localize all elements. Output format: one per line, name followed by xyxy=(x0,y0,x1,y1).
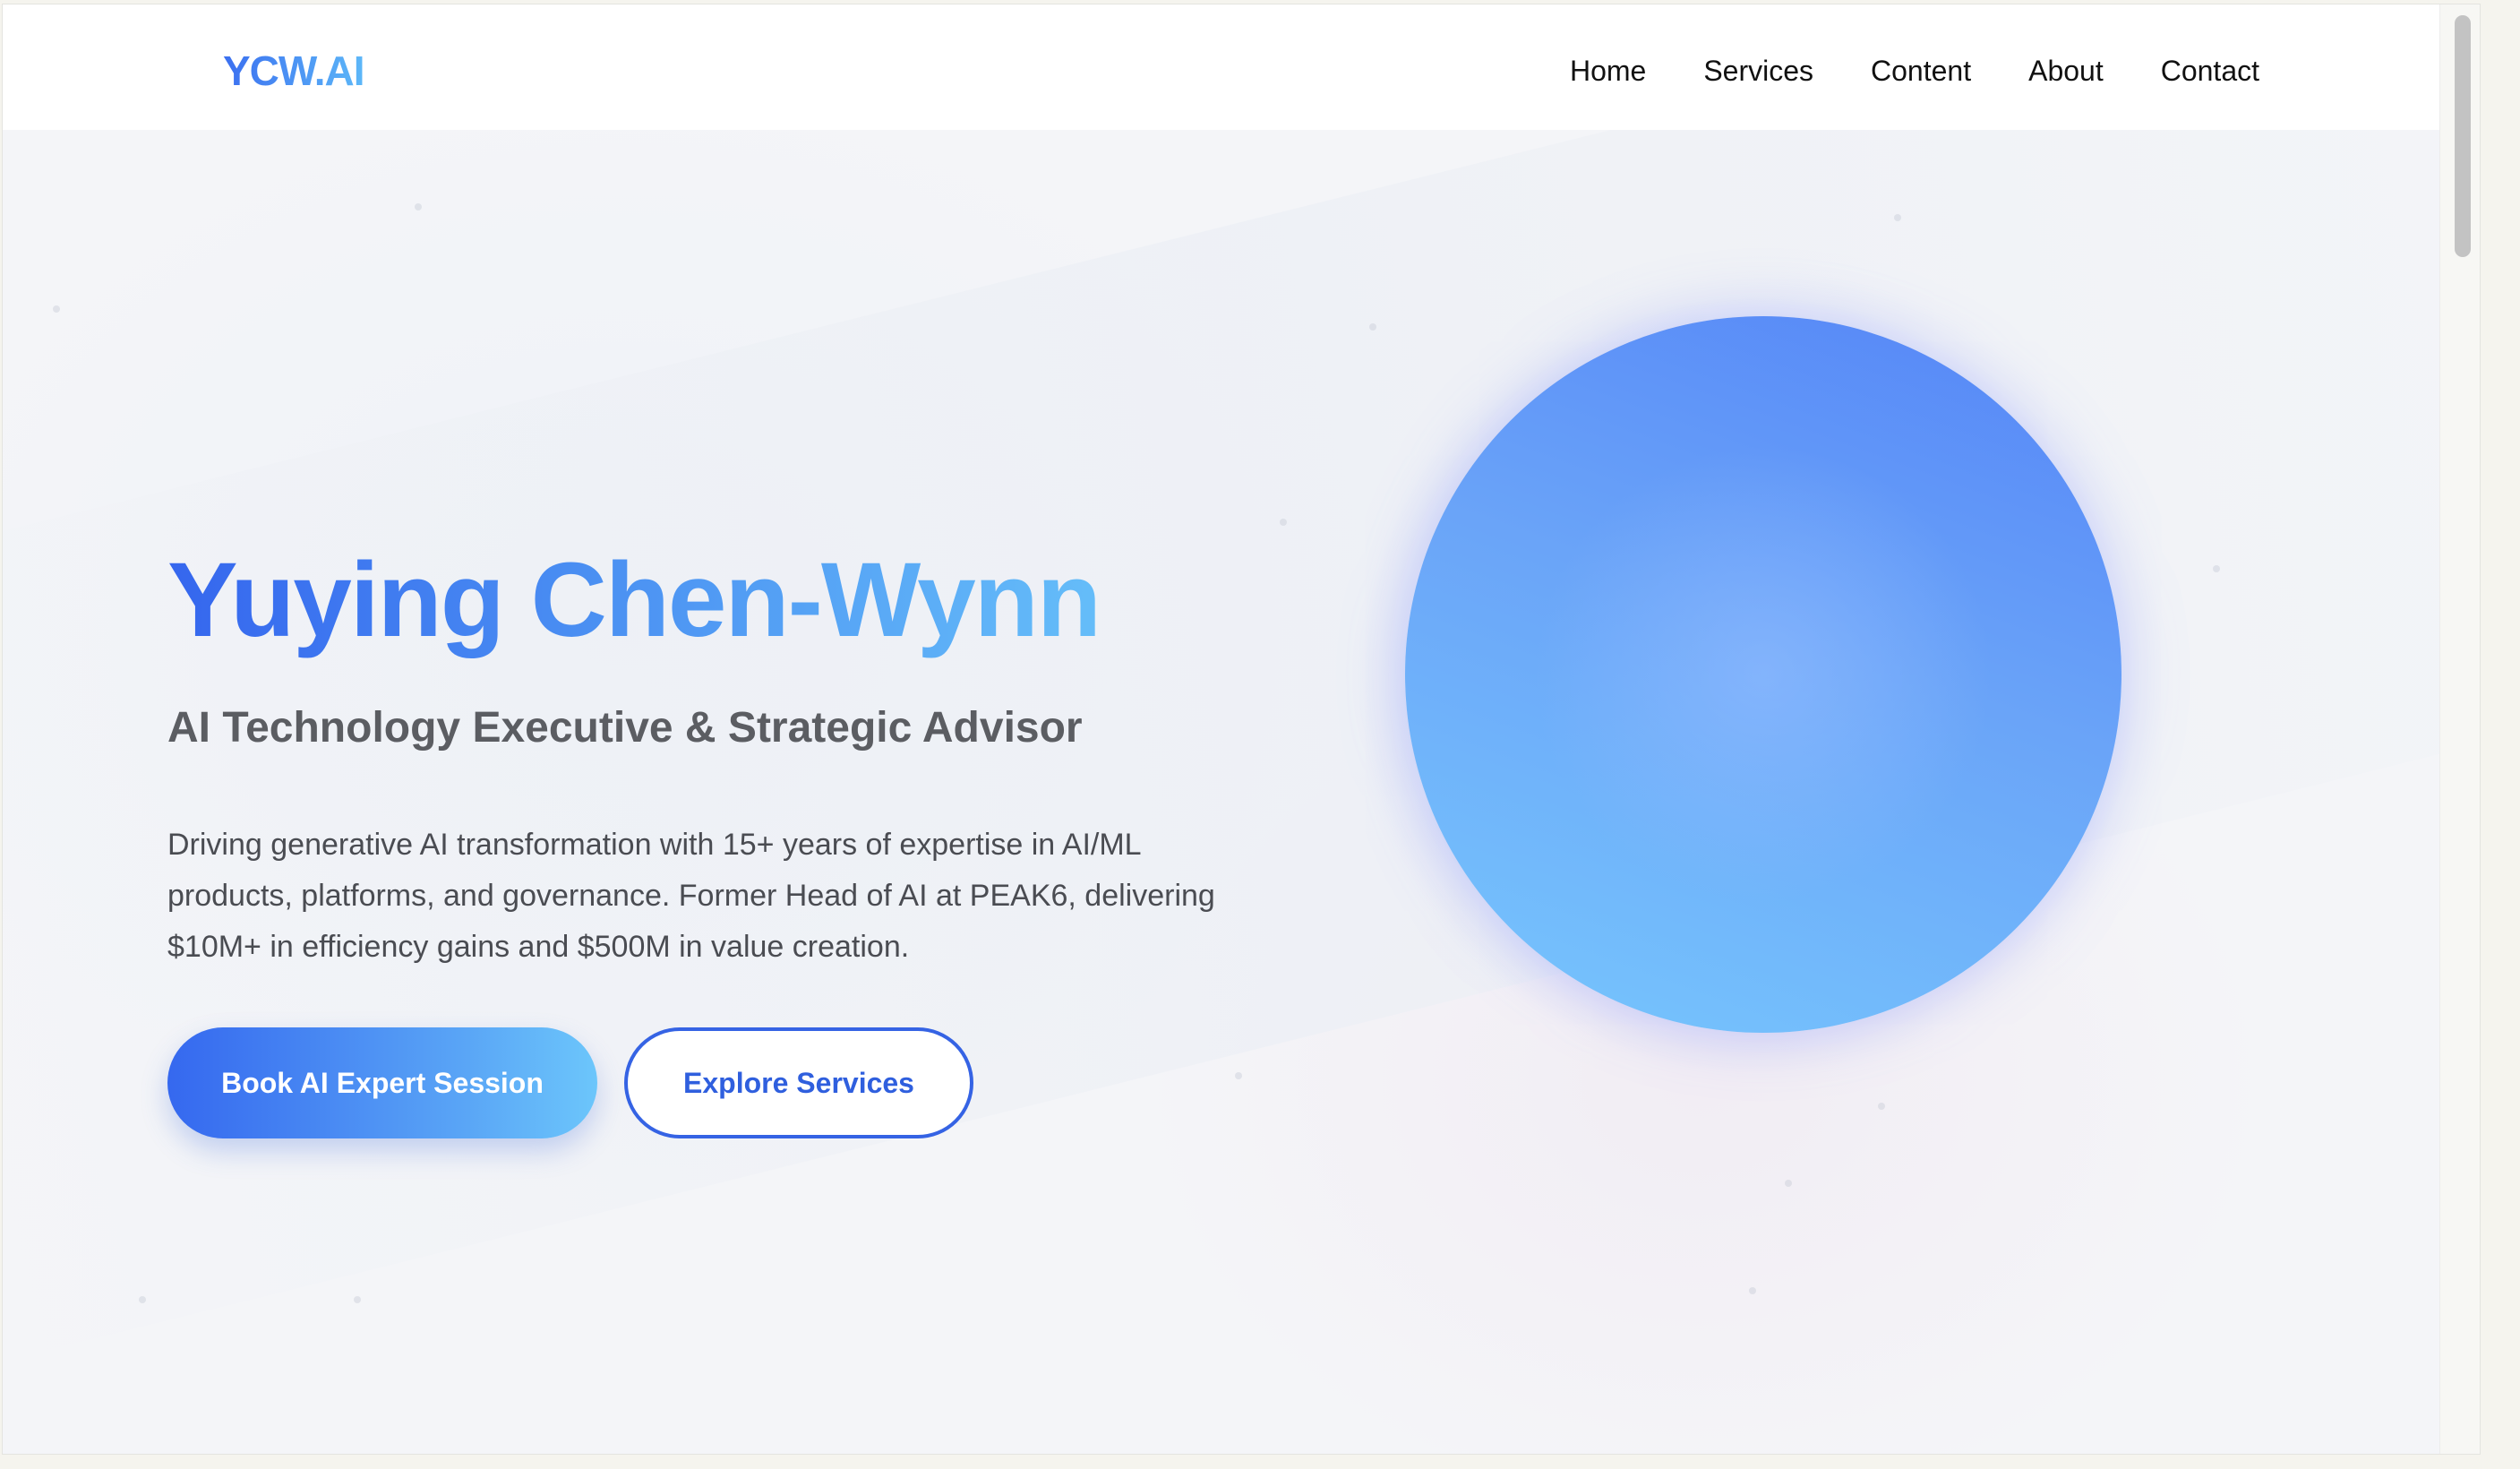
site-header: YCW.AI Home Services Content About Conta… xyxy=(3,4,2480,130)
nav-content-link[interactable]: Content xyxy=(1871,44,1971,98)
scrollbar-thumb[interactable] xyxy=(2455,15,2471,257)
nav-home-link[interactable]: Home xyxy=(1570,44,1646,98)
background-dot xyxy=(139,1296,146,1303)
background-dot xyxy=(1785,1180,1792,1187)
main-nav: Home Services Content About Contact xyxy=(1513,44,2259,98)
background-dot xyxy=(354,1296,361,1303)
background-dot xyxy=(2213,565,2220,572)
hero-subtitle: AI Technology Executive & Strategic Advi… xyxy=(167,704,1083,752)
background-dot xyxy=(1235,1072,1242,1079)
background-dot xyxy=(1280,519,1287,526)
book-session-button[interactable]: Book AI Expert Session xyxy=(167,1027,597,1138)
background-dot xyxy=(1894,214,1901,221)
hero-title: Yuying Chen-Wynn xyxy=(167,533,1101,667)
nav-contact-link[interactable]: Contact xyxy=(2161,44,2259,98)
background-dot xyxy=(53,305,60,313)
site-logo[interactable]: YCW.AI xyxy=(223,44,365,98)
browser-viewport: YCW.AI Home Services Content About Conta… xyxy=(2,4,2481,1455)
background-dot xyxy=(1878,1103,1885,1110)
hero-description: Driving generative AI transformation wit… xyxy=(167,828,1215,964)
background-dot xyxy=(1369,323,1376,331)
nav-services-link[interactable]: Services xyxy=(1703,44,1813,98)
background-dot xyxy=(1749,1287,1756,1294)
page-scrollbar[interactable] xyxy=(2439,4,2480,1454)
gradient-orb-graphic xyxy=(1405,316,2121,1033)
explore-services-button[interactable]: Explore Services xyxy=(624,1027,973,1138)
background-dot xyxy=(415,203,422,210)
nav-about-link[interactable]: About xyxy=(2028,44,2104,98)
